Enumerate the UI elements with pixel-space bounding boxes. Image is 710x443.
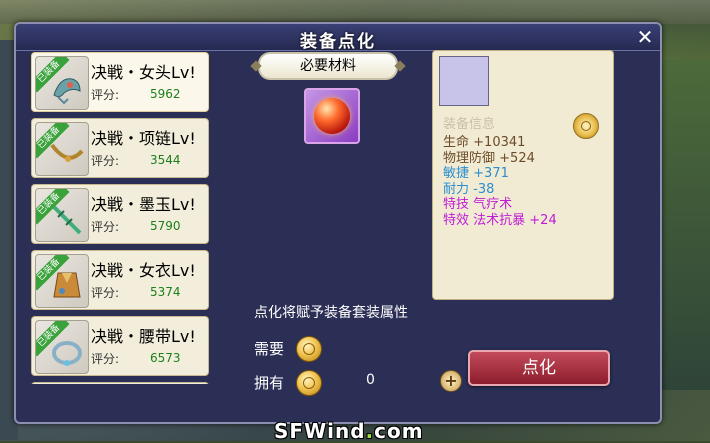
score-label: 评分: (91, 352, 120, 366)
info-header: 装备信息 (443, 117, 496, 132)
equipment-item-partial[interactable] (31, 382, 209, 384)
item-name: 决戦・墨玉Lv! (91, 195, 196, 214)
coin-icon (296, 336, 322, 362)
background-top (0, 0, 710, 24)
belt-icon: 已装备 (35, 320, 89, 374)
material-orb (314, 98, 350, 134)
own-value: 0 (366, 372, 375, 388)
item-name: 决戦・女衣Lv! (91, 261, 196, 280)
score-value: 5374 (150, 285, 181, 299)
equipment-item-robe[interactable]: 已装备 决戦・女衣Lv! 评分: 5374 (31, 250, 209, 310)
score-value: 3544 (150, 153, 181, 167)
score-value: 6573 (150, 351, 181, 365)
add-button[interactable]: + (440, 370, 462, 392)
equipment-item-jade[interactable]: 已装备 决戦・墨玉Lv! 评分: 5790 (31, 184, 209, 244)
robe-icon: 已装备 (35, 254, 89, 308)
own-label: 拥有 (254, 374, 285, 392)
fire-orb-icon[interactable] (304, 88, 360, 144)
score-value: 5962 (150, 87, 181, 101)
dialog-title: 装备点化 (300, 32, 376, 52)
coin-icon (296, 370, 322, 396)
equipment-item-belt[interactable]: 已装备 决戦・腰带Lv! 评分: 6573 (31, 316, 209, 376)
stat-row: 敏捷 +371 (443, 166, 509, 181)
stat-row: 物理防御 +524 (443, 150, 535, 166)
equipment-list[interactable]: 已装备 决戦・女头Lv! 评分: 5962 已装备 决戦・项链Lv! 评分: 3… (28, 50, 212, 384)
stat-list: 生命 +10341 物理防御 +524 敏捷 +371 耐力 -38 特技 气疗… (443, 135, 557, 228)
coin-icon[interactable] (573, 113, 599, 139)
equipment-item-headgear[interactable]: 已装备 决戦・女头Lv! 评分: 5962 (31, 52, 209, 112)
item-name: 决戦・腰带Lv! (91, 327, 196, 346)
score-label: 评分: (91, 154, 120, 168)
score-label: 评分: (91, 220, 120, 234)
score-label: 评分: (91, 88, 120, 102)
need-label: 需要 (254, 340, 285, 358)
equipment-item-necklace[interactable]: 已装备 决戦・项链Lv! 评分: 3544 (31, 118, 209, 178)
required-material-banner: 必要材料 (258, 52, 398, 80)
stat-row: 生命 +10341 (443, 135, 526, 150)
score-value: 5790 (150, 219, 181, 233)
stat-row: 特效 法术抗暴 +24 (443, 212, 557, 228)
necklace-icon: 已装备 (35, 122, 89, 176)
score-label: 评分: (91, 286, 120, 300)
enhance-button[interactable]: 点化 (468, 350, 610, 386)
title-bar: 装备点化 ✕ (16, 24, 660, 52)
enhance-description: 点化将赋予装备套装属性 (254, 305, 408, 321)
item-name: 决戦・项链Lv! (91, 129, 196, 148)
stat-row: 特技 气疗术 (443, 197, 513, 212)
headgear-icon: 已装备 (35, 56, 89, 110)
equipment-info-panel: 装备信息 生命 +10341 物理防御 +524 敏捷 +371 耐力 -38 … (432, 50, 614, 300)
watermark: SFWind.com (274, 419, 424, 443)
item-name: 决戦・女头Lv! (91, 63, 196, 82)
stat-row: 耐力 -38 (443, 181, 495, 197)
close-button[interactable]: ✕ (634, 26, 656, 48)
equipment-preview (439, 56, 489, 106)
jade-sword-icon: 已装备 (35, 188, 89, 242)
